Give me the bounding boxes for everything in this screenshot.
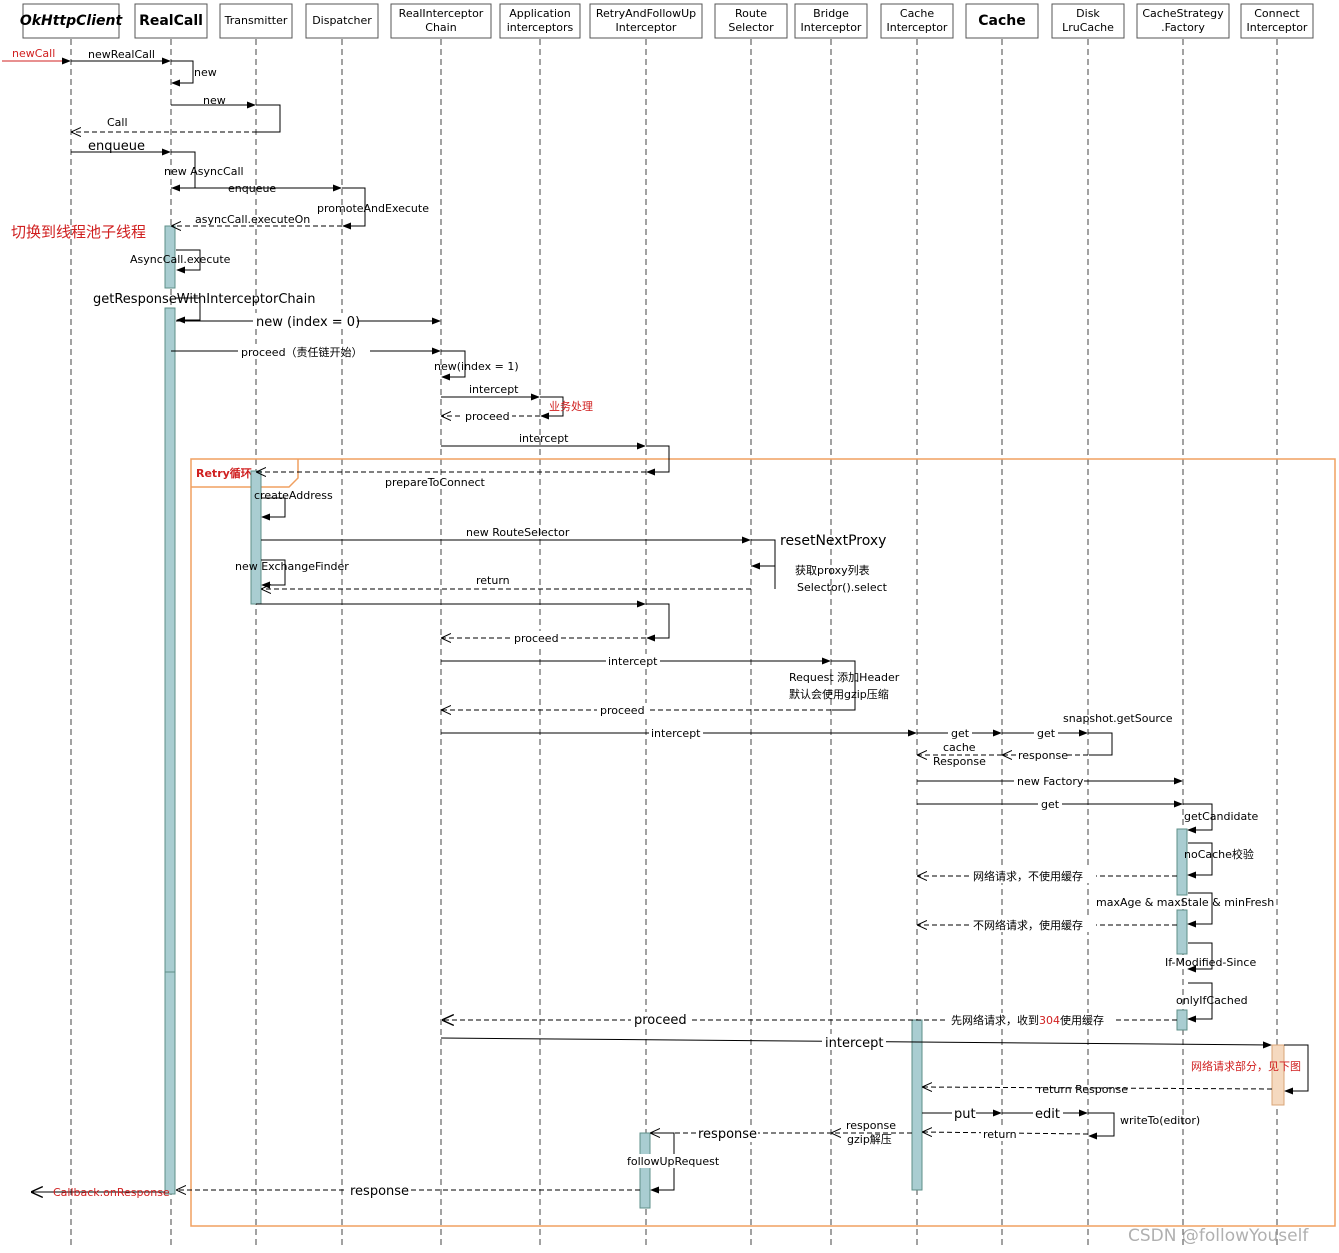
msg-create-address: createAddress: [254, 489, 333, 502]
retry-loop-label: Retry循环: [196, 466, 252, 480]
msg-promote: promoteAndExecute: [317, 202, 429, 215]
participant-realinterceptorchain: RealInterceptor Chain: [390, 3, 492, 1245]
msg-intercept-4: intercept: [651, 727, 701, 740]
msg-net-304-suffix: 使用缓存: [1060, 1013, 1104, 1027]
activation-factory-2: [1176, 909, 1188, 955]
msg-new-index0: new (index = 0): [256, 315, 360, 330]
note-follow-up: followUpRequest: [627, 1155, 720, 1168]
participant-label-realcall: RealCall: [139, 13, 203, 29]
note-selector-select: Selector().select: [797, 581, 888, 594]
note-switch-thread: 切换到线程池子线程: [11, 223, 146, 241]
msg-response-3: response: [350, 1184, 409, 1199]
msg-response-gzip-1: response: [846, 1119, 896, 1132]
note-get-candidate: getCandidate: [1184, 810, 1259, 823]
participant-disklrucache: Disk LruCache: [1051, 3, 1125, 1245]
note-bridge-gzip: 默认会使用gzip压缩: [789, 688, 889, 701]
msg-net-304: 先网络请求，收到304使用缓存: [951, 1013, 1104, 1027]
note-write-to: writeTo(editor): [1120, 1114, 1200, 1127]
note-callback: Callback.onResponse: [53, 1186, 170, 1199]
msg-new-factory: new Factory: [1017, 775, 1084, 788]
note-get-proxy-list: 获取proxy列表: [795, 563, 870, 577]
note-maxage: maxAge & maxStale & minFresh: [1096, 896, 1274, 909]
msg-no-net-use-cache: 不网络请求，使用缓存: [973, 918, 1083, 932]
msg-new-index1: new(index = 1): [434, 360, 519, 373]
participant-label-cache: Cache: [978, 13, 1025, 29]
participant-routeselector: Route Selector: [714, 3, 788, 1245]
activation-factory-3: [1176, 1009, 1188, 1031]
participant-applicationinterceptors: Application interceptors: [499, 3, 581, 1245]
activation-cacheinterceptor: [911, 1019, 923, 1191]
msg-return-1: return: [476, 574, 510, 587]
note-network-part: 网络请求部分，见下图: [1191, 1059, 1301, 1073]
msg-get-3: get: [1041, 798, 1060, 811]
msg-enqueue-1: enqueue: [88, 139, 145, 154]
msg-newrealcall: newRealCall: [88, 48, 155, 61]
msg-proceed-big: proceed: [634, 1013, 687, 1028]
msg-async-execute-on: asyncCall.executeOn: [195, 213, 310, 226]
retry-loop-frame: Retry循环: [190, 458, 1336, 1227]
participant-bridgeinterceptor: Bridge Interceptor: [794, 3, 868, 1245]
participant-cache: Cache: [965, 3, 1039, 1245]
watermark: CSDN @followYouself: [1128, 1226, 1309, 1246]
msg-intercept-3: intercept: [608, 655, 658, 668]
note-only-if-cached: onlyIfCached: [1176, 994, 1248, 1007]
participant-label-connectinterceptor: Connect Interceptor: [1247, 7, 1308, 34]
participants: OkHttpClient RealCall Transmitter Dispatche…: [20, 3, 1314, 1245]
msg-edit: edit: [1035, 1107, 1060, 1122]
participant-dispatcher: Dispatcher: [305, 3, 379, 1245]
msg-new-1: new: [194, 66, 217, 79]
msg-response-gzip-2: gzip解压: [847, 1132, 892, 1146]
msg-new-asynccall: new AsyncCall: [164, 165, 244, 178]
activation-factory-1: [1176, 828, 1188, 896]
msg-newcall: newCall: [12, 47, 55, 60]
note-business: 业务处理: [549, 400, 593, 413]
activation-connect: [1271, 1044, 1285, 1106]
msg-response-2: response: [698, 1127, 757, 1142]
msg-call: Call: [107, 116, 128, 129]
participant-label-transmitter: Transmitter: [224, 14, 288, 27]
msg-enqueue-2: enqueue: [228, 182, 276, 195]
note-reset-next-proxy: resetNextProxy: [780, 533, 886, 549]
participant-label-applicationinterceptors: Application interceptors: [507, 7, 574, 34]
msg-new-routeselector: new RouteSelector: [466, 526, 570, 539]
participant-retryandfollowup: RetryAndFollowUp Interceptor: [589, 3, 703, 1245]
participant-cachestrategyfactory: CacheStrategy .Factory: [1136, 3, 1230, 1245]
msg-net-304-code: 304: [1039, 1014, 1060, 1027]
msg-put: put: [954, 1107, 976, 1122]
msg-new-exchangefinder: new ExchangeFinder: [235, 560, 349, 573]
note-nocache: noCache校验: [1184, 847, 1254, 861]
note-if-modified: If-Modified-Since: [1165, 956, 1256, 969]
participant-label-okhttpclient: OkHttpClient: [20, 13, 124, 29]
msg-proceed-3: proceed: [600, 704, 645, 717]
msg-get-2: get: [1037, 727, 1056, 740]
msg-return-response: return Response: [1038, 1083, 1128, 1096]
msg-new-2: new: [203, 94, 226, 107]
msg-net-304-prefix: 先网络请求，收到: [951, 1013, 1039, 1027]
msg-return-2: return: [983, 1128, 1017, 1141]
msg-intercept-big: intercept: [825, 1036, 884, 1051]
msg-proceed-2: proceed: [514, 632, 559, 645]
msg-intercept-1: intercept: [469, 383, 519, 396]
msg-net-no-cache: 网络请求，不使用缓存: [973, 869, 1083, 883]
msg-async-execute: AsyncCall.execute: [130, 253, 231, 266]
msg-prepare: prepareToConnect: [385, 476, 486, 489]
activation-realcall-3: [164, 971, 176, 1195]
msg-proceed-1: proceed: [465, 410, 510, 423]
note-bridge-header: Request 添加Header: [789, 670, 900, 684]
participant-okhttpclient: OkHttpClient: [20, 3, 124, 1245]
msg-cache-response-1: cache: [943, 741, 976, 754]
msg-get-response: getResponseWithInterceptorChain: [93, 292, 315, 307]
activation-realcall-2: [164, 307, 176, 973]
note-snapshot: snapshot.getSource: [1063, 712, 1173, 725]
msg-proceed-start: proceed（责任链开始）: [241, 345, 363, 359]
activation-retry: [639, 1132, 651, 1209]
msg-get-1: get: [951, 727, 970, 740]
msg-cache-response-2: Response: [933, 755, 986, 768]
messages: newCall newRealCall new new Call enqueue…: [2, 47, 1309, 1199]
msg-intercept-2: intercept: [519, 432, 569, 445]
msg-response-1: response: [1018, 749, 1068, 762]
sequence-diagram: OkHttpClient RealCall Transmitter Dispatche…: [2, 3, 1336, 1246]
participant-label-dispatcher: Dispatcher: [312, 14, 372, 27]
